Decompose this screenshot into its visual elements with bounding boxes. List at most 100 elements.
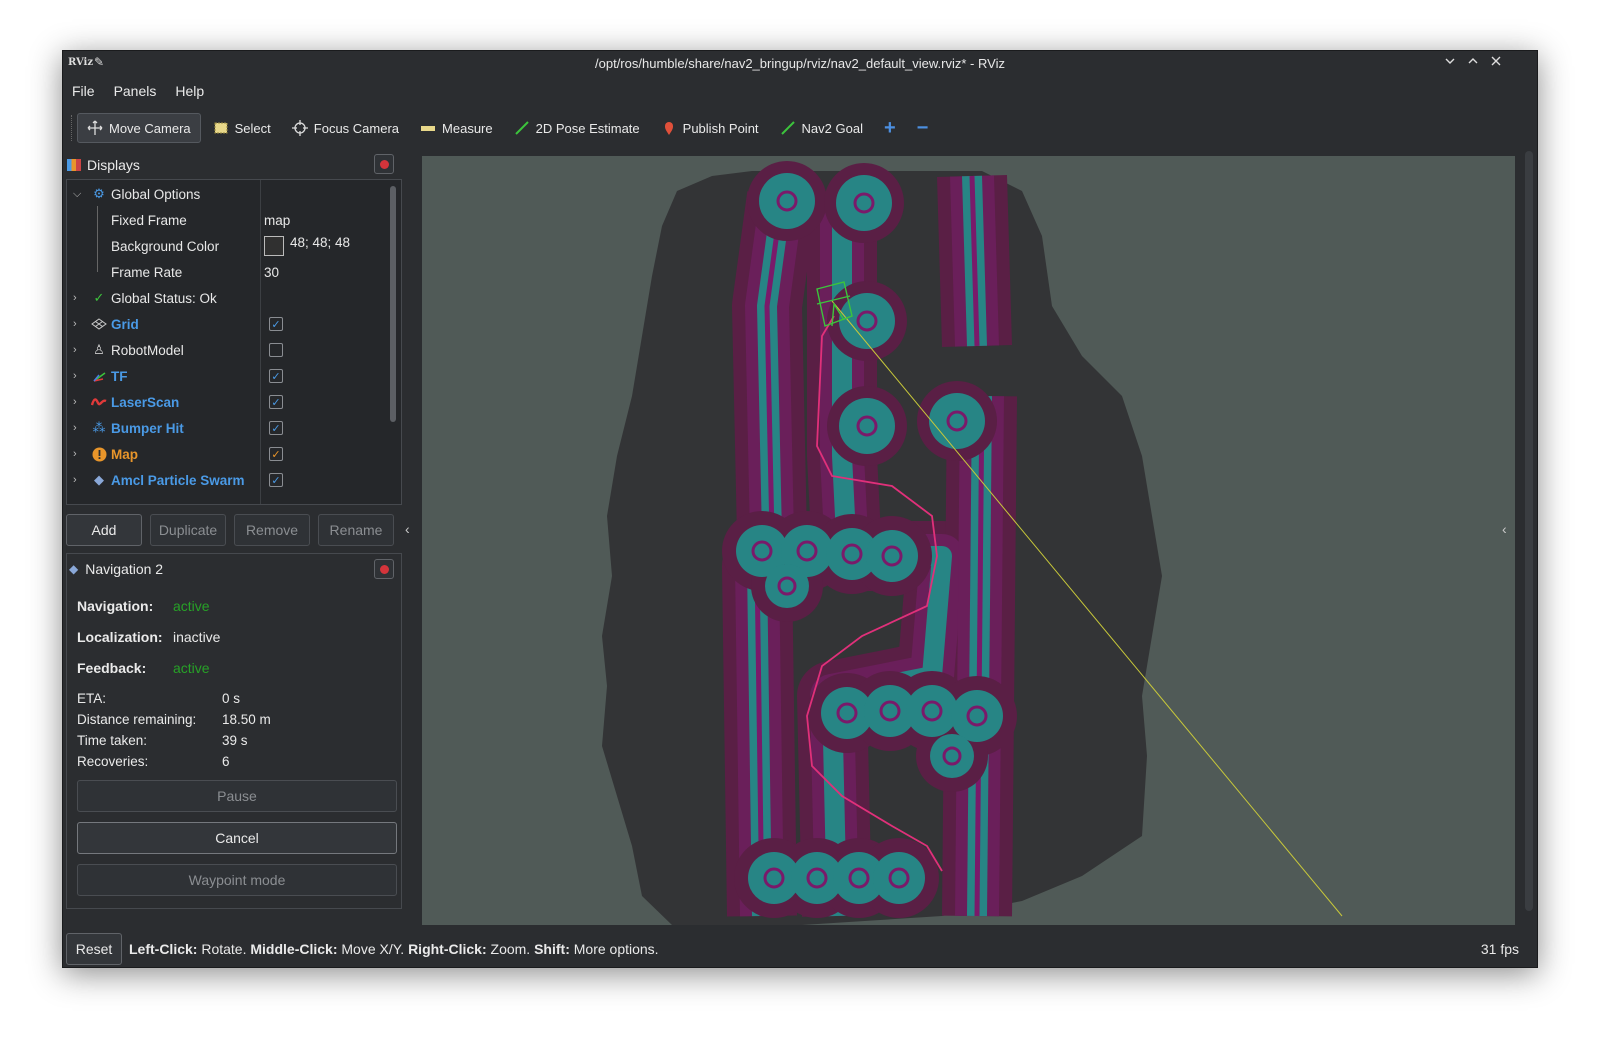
displays-panel-header: Displays [67,152,140,178]
robotmodel-label: RobotModel [111,342,184,358]
right-panel-scrollbar[interactable] [1525,151,1533,911]
recoveries-value: 6 [222,754,230,769]
minimize-icon[interactable] [1441,54,1459,72]
global-options-label: Global Options [111,186,201,202]
eta-stat: ETA: 0 s [77,691,240,706]
feedback-status: Feedback: active [77,660,210,676]
remove-tool-button[interactable]: − [908,113,938,143]
menu-panels[interactable]: Panels [114,83,157,99]
grid-checkbox[interactable]: ✓ [269,317,283,331]
fixed-frame-value[interactable]: map [264,213,290,228]
move-camera-label: Move Camera [109,120,191,136]
tree-row-global-status[interactable]: › ✓ Global Status: Ok [67,285,387,311]
navigation-panel: ◆ Navigation 2 Navigation: active Locali… [66,553,402,909]
checkmark-icon: ✓ [93,290,105,305]
pose-estimate-tool[interactable]: 2D Pose Estimate [505,113,649,143]
chevron-down-icon[interactable]: ⌵ [73,188,81,201]
diamond-icon: ◆ [69,562,79,576]
tree-row-partial: ▬ [67,493,387,505]
distance-value: 18.50 m [222,712,271,727]
tree-row-tf[interactable]: › TF ✓ [67,363,387,389]
background-color-value[interactable]: 48; 48; 48 [264,235,350,256]
tree-row-map[interactable]: › Map ✓ [67,441,387,467]
rename-button[interactable]: Rename [318,514,394,546]
status-bar: Reset Left-Click: Rotate. Middle-Click: … [63,931,1537,967]
distance-label: Distance remaining: [77,712,197,727]
move-camera-tool[interactable]: Move Camera [77,113,201,143]
chevron-right-icon[interactable]: › [73,448,77,460]
chevron-right-icon[interactable]: › [73,318,77,330]
time-value: 39 s [222,733,248,748]
remove-button[interactable]: Remove [234,514,310,546]
chevron-right-icon[interactable]: › [73,370,77,382]
cancel-button[interactable]: Cancel [77,822,397,854]
displays-buttons: Add Duplicate Remove Rename [66,514,394,546]
chevron-right-icon[interactable]: › [73,292,77,304]
map-checkbox[interactable]: ✓ [269,447,283,461]
tree-row-global-options[interactable]: ⌵ ⚙ Global Options [67,181,387,207]
eta-label: ETA: [77,691,107,706]
robotmodel-checkbox[interactable] [269,343,283,357]
add-button[interactable]: Add [66,514,142,546]
tree-row-fixed-frame[interactable]: Fixed Frame map [67,207,387,233]
map-render [602,161,1343,925]
tree-row-bumper-hit[interactable]: › ⁂ Bumper Hit ✓ [67,415,387,441]
gear-icon: ⚙ [93,186,105,201]
hint-right-click-text: Zoom. [486,941,535,957]
focus-camera-tool[interactable]: Focus Camera [283,113,408,143]
add-tool-button[interactable]: + [875,113,905,143]
menu-bar: File Panels Help [63,77,1537,105]
toolbar-handle[interactable] [71,115,73,141]
reset-button[interactable]: Reset [66,933,122,965]
duplicate-button[interactable]: Duplicate [150,514,226,546]
navigation-status-value: active [173,598,210,614]
displays-close-button[interactable] [374,154,394,174]
global-status-label: Global Status: Ok [111,290,217,306]
collapse-left-icon[interactable]: ‹ [405,521,410,537]
waypoint-mode-button[interactable]: Waypoint mode [77,864,397,896]
grid-icon [91,316,107,332]
close-icon [379,564,389,574]
diamond-icon: ◆ [94,472,104,487]
hint-shift-key: Shift: [534,941,570,957]
select-icon [213,120,229,136]
focus-camera-label: Focus Camera [313,120,400,136]
measure-tool[interactable]: Measure [411,113,502,143]
frame-rate-value[interactable]: 30 [264,265,279,280]
navigation-close-button[interactable] [374,559,394,579]
tree-row-robotmodel[interactable]: › ♙ RobotModel [67,337,387,363]
chevron-right-icon[interactable]: › [73,396,77,408]
frame-rate-label: Frame Rate [111,264,183,280]
collapse-right-icon[interactable]: ‹ [1502,521,1507,537]
maximize-icon[interactable] [1464,54,1482,72]
nav2-goal-icon [780,120,796,136]
tree-row-frame-rate[interactable]: Frame Rate 30 [67,259,387,285]
color-swatch[interactable] [264,236,284,256]
chevron-right-icon[interactable]: › [73,422,77,434]
tree-row-background-color[interactable]: Background Color 48; 48; 48 [67,233,387,259]
nav2-goal-tool[interactable]: Nav2 Goal [771,113,872,143]
close-icon[interactable] [1487,54,1505,72]
amcl-particle-swarm-checkbox[interactable]: ✓ [269,473,283,487]
bumper-hit-checkbox[interactable]: ✓ [269,421,283,435]
navigation-status: Navigation: active [77,598,210,614]
render-viewport[interactable] [422,156,1515,925]
pose-estimate-icon [514,120,530,136]
publish-point-tool[interactable]: Publish Point [652,113,768,143]
menu-help[interactable]: Help [175,83,204,99]
select-tool[interactable]: Select [204,113,280,143]
tree-row-grid[interactable]: › Grid ✓ [67,311,387,337]
tree-scrollbar[interactable] [390,186,396,422]
fixed-frame-label: Fixed Frame [111,212,187,228]
laserscan-checkbox[interactable]: ✓ [269,395,283,409]
pause-button[interactable]: Pause [77,780,397,812]
chevron-right-icon[interactable]: › [73,344,77,356]
chevron-right-icon[interactable]: › [73,474,77,486]
menu-file[interactable]: File [72,83,95,99]
window-title: /opt/ros/humble/share/nav2_bringup/rviz/… [595,56,1005,71]
tree-row-laserscan[interactable]: › LaserScan ✓ [67,389,387,415]
hint-right-click-key: Right-Click: [408,941,487,957]
pointcloud-icon: ⁂ [92,420,106,435]
tree-row-amcl-particle-swarm[interactable]: › ◆ Amcl Particle Swarm ✓ [67,467,387,493]
tf-checkbox[interactable]: ✓ [269,369,283,383]
